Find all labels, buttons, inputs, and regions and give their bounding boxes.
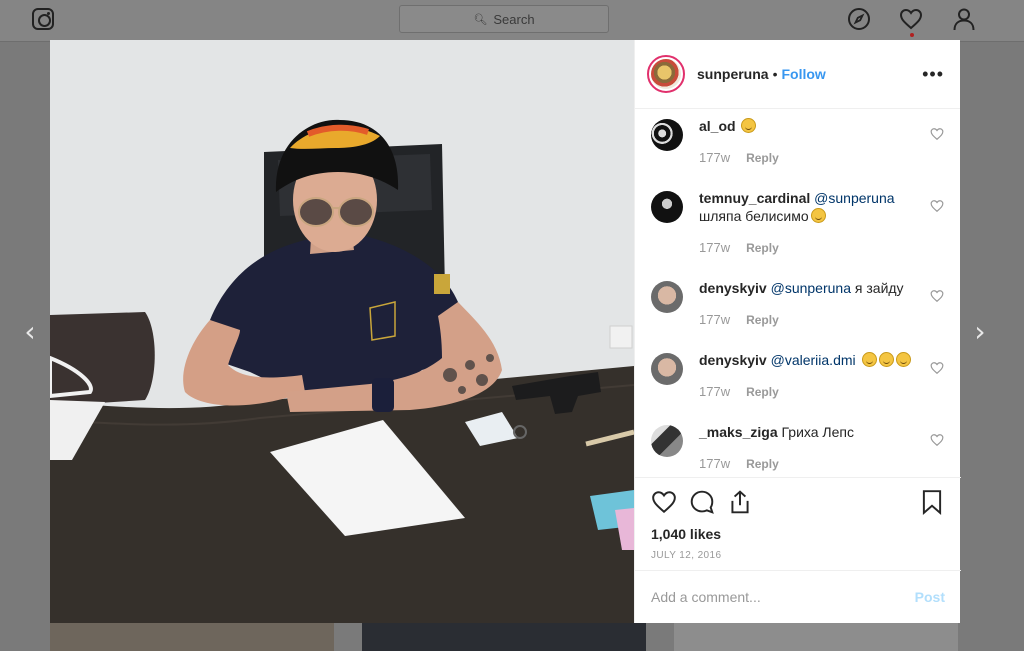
comment-text: я зайду <box>854 280 904 296</box>
post-photo[interactable] <box>50 40 634 623</box>
search-placeholder: Search <box>493 11 535 27</box>
comment-mention[interactable]: @valeriia.dmi <box>771 352 856 368</box>
next-post-arrow-icon[interactable]: › <box>968 318 992 346</box>
comment-like-heart-icon[interactable] <box>930 127 944 141</box>
reply-button[interactable]: Reply <box>746 311 779 329</box>
comment-time: 177w <box>699 312 731 327</box>
comments-list[interactable]: al_od 177w Reply temnuy_cardinal @sunperu… <box>635 109 960 477</box>
comment-avatar[interactable] <box>651 425 683 457</box>
comment-username[interactable]: _maks_ziga <box>699 424 778 440</box>
more-options-icon[interactable]: ••• <box>922 64 944 85</box>
share-icon[interactable] <box>727 489 753 515</box>
author-avatar[interactable] <box>647 55 685 93</box>
grinning-emoji-icon <box>861 352 877 367</box>
comment-username[interactable]: al_od <box>699 118 736 134</box>
compass-icon[interactable] <box>847 7 871 31</box>
grinning-emoji-icon <box>741 118 757 133</box>
comment-like-heart-icon[interactable] <box>930 199 944 213</box>
post-comment-button[interactable]: Post <box>915 589 945 605</box>
comment-input[interactable] <box>651 589 915 605</box>
post-date: JULY 12, 2016 <box>651 550 722 561</box>
comment-text: Гриха Лепс <box>781 424 854 440</box>
comment-item: denyskyiv @valeriia.dmi 177w Reply <box>651 351 944 423</box>
comment-username[interactable]: denyskyiv <box>699 352 767 368</box>
comment-like-heart-icon[interactable] <box>930 433 944 447</box>
comment-username[interactable]: temnuy_cardinal <box>699 190 810 206</box>
like-heart-icon[interactable] <box>651 489 677 515</box>
post-header: sunperuna • Follow ••• <box>635 40 960 109</box>
notification-dot <box>910 33 914 37</box>
post-side-panel: sunperuna • Follow ••• al_od 177w Reply t… <box>634 40 961 623</box>
background-thumbnail <box>362 623 646 651</box>
bookmark-icon[interactable] <box>919 489 945 515</box>
comment-time: 177w <box>699 240 731 255</box>
comment-time: 177w <box>699 456 731 471</box>
comment-avatar[interactable] <box>651 191 683 223</box>
comment-item: al_od 177w Reply <box>651 117 944 189</box>
profile-icon[interactable] <box>952 7 976 31</box>
instagram-logo-icon[interactable] <box>32 8 54 30</box>
reply-button[interactable]: Reply <box>746 455 779 473</box>
comment-time: 177w <box>699 150 731 165</box>
grinning-emoji-icon <box>810 208 826 223</box>
post-photo-illustration <box>50 40 634 623</box>
top-nav: 🔍︎ Search <box>0 0 1024 42</box>
post-actions: 1,040 likes JULY 12, 2016 <box>635 477 961 561</box>
comment-avatar[interactable] <box>651 353 683 385</box>
author-username[interactable]: sunperuna <box>697 66 769 82</box>
heart-icon[interactable] <box>899 7 923 31</box>
grinning-emoji-icon <box>878 352 894 367</box>
comment-text: шляпа белисимо <box>699 208 809 224</box>
search-icon: 🔍︎ <box>473 13 488 26</box>
search-box[interactable]: 🔍︎ Search <box>399 5 609 33</box>
grinning-emoji-icon <box>895 352 911 367</box>
previous-post-arrow-icon[interactable]: ‹ <box>18 318 42 346</box>
comment-like-heart-icon[interactable] <box>930 361 944 375</box>
reply-button[interactable]: Reply <box>746 239 779 257</box>
comment-mention[interactable]: @sunperuna <box>814 190 894 206</box>
comment-item: temnuy_cardinal @sunperuna шляпа белисим… <box>651 189 944 279</box>
comment-avatar[interactable] <box>651 281 683 313</box>
likes-count[interactable]: 1,040 likes <box>651 526 945 542</box>
reply-button[interactable]: Reply <box>746 149 779 167</box>
follow-button[interactable]: Follow <box>781 66 825 82</box>
comment-item: _maks_ziga Гриха Лепс 177w Reply <box>651 423 944 477</box>
comment-avatar[interactable] <box>651 119 683 151</box>
background-thumbnail <box>50 623 334 651</box>
comment-username[interactable]: denyskyiv <box>699 280 767 296</box>
comment-item: denyskyiv @sunperuna я зайду 177w Reply <box>651 279 944 351</box>
background-thumbnail <box>674 623 958 651</box>
comment-bubble-icon[interactable] <box>689 489 715 515</box>
reply-button[interactable]: Reply <box>746 383 779 401</box>
comment-mention[interactable]: @sunperuna <box>771 280 851 296</box>
add-comment-bar: Post <box>635 570 961 623</box>
header-separator: • <box>772 66 778 82</box>
comment-like-heart-icon[interactable] <box>930 289 944 303</box>
comment-time: 177w <box>699 384 731 399</box>
